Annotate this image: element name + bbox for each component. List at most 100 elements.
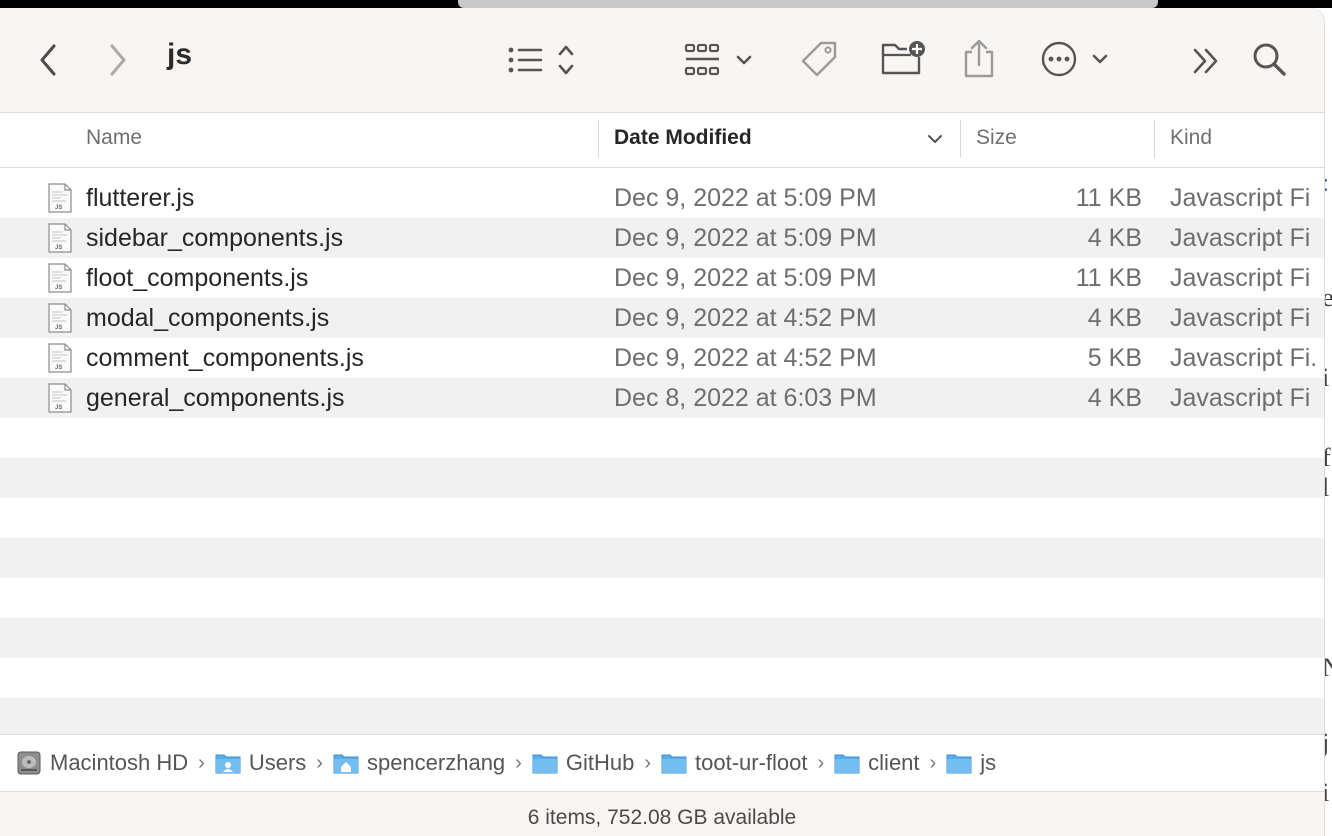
chevron-right-icon xyxy=(110,44,126,76)
new-folder-button[interactable] xyxy=(879,38,927,80)
file-row[interactable]: JS modal_components.js Dec 9, 2022 at 4:52… xyxy=(0,298,1324,338)
svg-text:JS: JS xyxy=(55,325,62,331)
path-item[interactable]: spencerzhang xyxy=(333,750,505,776)
file-size: 5 KB xyxy=(1087,344,1142,372)
file-name: modal_components.js xyxy=(86,304,330,332)
view-options-button[interactable] xyxy=(505,42,581,78)
search-button[interactable] xyxy=(1250,40,1288,78)
path-item[interactable]: Macintosh HD xyxy=(16,750,188,776)
column-kind[interactable]: Kind xyxy=(1170,113,1212,167)
file-list: JS flutterer.js Dec 9, 2022 at 5:09 PM 11 K… xyxy=(0,178,1324,738)
ellipsis-circle-icon xyxy=(1041,41,1108,77)
svg-text:JS: JS xyxy=(55,365,62,371)
svg-text:JS: JS xyxy=(55,405,62,411)
file-kind: Javascript Fi xyxy=(1170,384,1311,412)
new-folder-icon xyxy=(881,41,925,75)
grid-group-icon xyxy=(684,43,752,76)
file-date: Dec 8, 2022 at 6:03 PM xyxy=(614,384,877,412)
path-item[interactable]: toot-ur-floot xyxy=(661,750,808,776)
column-divider[interactable] xyxy=(598,120,599,158)
screen-top-bar xyxy=(0,0,1332,8)
file-name: floot_components.js xyxy=(86,264,309,292)
path-item[interactable]: client xyxy=(834,750,920,776)
column-date-modified[interactable]: Date Modified xyxy=(614,113,752,167)
file-kind: Javascript Fi xyxy=(1170,264,1311,292)
file-row[interactable]: JS floot_components.js Dec 9, 2022 at 5:09… xyxy=(0,258,1324,298)
background-window-tab xyxy=(458,0,1158,8)
path-item-label: GitHub xyxy=(565,750,635,775)
double-chevron-right-icon xyxy=(1193,48,1218,74)
folder-icon xyxy=(532,752,558,774)
sort-descending-icon[interactable] xyxy=(927,134,943,144)
path-item-label: Users xyxy=(248,750,307,775)
column-size[interactable]: Size xyxy=(976,113,1017,167)
file-size: 11 KB xyxy=(1075,184,1142,212)
chevron-right-icon: › xyxy=(515,751,522,774)
empty-row xyxy=(0,498,1324,538)
column-header: Name Date Modified Size Kind xyxy=(0,113,1324,168)
file-date: Dec 9, 2022 at 4:52 PM xyxy=(614,304,877,332)
file-row[interactable]: JS flutterer.js Dec 9, 2022 at 5:09 PM 11 K… xyxy=(0,178,1324,218)
empty-row xyxy=(0,658,1324,698)
empty-row xyxy=(0,458,1324,498)
back-button[interactable] xyxy=(34,42,62,78)
group-button[interactable] xyxy=(684,42,756,78)
empty-row xyxy=(0,578,1324,618)
js-file-icon: JS xyxy=(48,383,72,413)
path-item[interactable]: GitHub xyxy=(532,750,634,776)
chevron-left-icon xyxy=(40,44,56,76)
chevron-right-icon: › xyxy=(316,751,323,774)
file-name: general_components.js xyxy=(86,384,345,412)
file-date: Dec 9, 2022 at 5:09 PM xyxy=(614,264,877,292)
js-file-icon: JS xyxy=(48,303,72,333)
file-row[interactable]: JS comment_components.js Dec 9, 2022 at 4:… xyxy=(0,338,1324,378)
empty-row xyxy=(0,618,1324,658)
window-title: js xyxy=(167,38,193,71)
chevron-right-icon: › xyxy=(929,751,937,774)
column-divider[interactable] xyxy=(960,120,961,158)
file-kind: Javascript Fi xyxy=(1170,304,1311,332)
svg-text:JS: JS xyxy=(55,285,62,291)
column-divider[interactable] xyxy=(1154,120,1155,158)
users-folder-icon xyxy=(215,752,241,774)
file-size: 4 KB xyxy=(1087,224,1142,252)
file-kind: Javascript Fi. xyxy=(1170,344,1318,372)
file-name: comment_components.js xyxy=(86,344,364,372)
path-item-label: toot-ur-floot xyxy=(695,750,808,775)
path-item[interactable]: js xyxy=(946,750,996,776)
file-size: 4 KB xyxy=(1087,304,1142,332)
folder-icon xyxy=(946,752,972,774)
file-name: flutterer.js xyxy=(86,184,195,212)
path-item-label: spencerzhang xyxy=(366,750,506,775)
path-bar: Macintosh HD › Users › spencerzhang › GitHub › t… xyxy=(0,734,1324,791)
file-row[interactable]: JS general_components.js Dec 8, 2022 at 6:… xyxy=(0,378,1324,418)
js-file-icon: JS xyxy=(48,343,72,373)
file-size: 4 KB xyxy=(1087,384,1142,412)
tag-button[interactable] xyxy=(798,38,840,80)
file-size: 11 KB xyxy=(1075,264,1142,292)
share-button[interactable] xyxy=(960,36,998,82)
toolbar: js xyxy=(0,8,1324,113)
js-file-icon: JS xyxy=(48,183,72,213)
search-icon xyxy=(1253,43,1286,76)
path-item-label: Macintosh HD xyxy=(50,750,189,775)
file-kind: Javascript Fi xyxy=(1170,224,1311,252)
list-view-icon xyxy=(508,45,574,75)
tag-icon xyxy=(801,41,837,77)
column-name[interactable]: Name xyxy=(86,113,142,167)
toolbar-overflow-button[interactable] xyxy=(1190,44,1224,78)
chevron-right-icon: › xyxy=(817,751,825,774)
path-item-label: js xyxy=(980,750,997,775)
more-actions-button[interactable] xyxy=(1040,39,1112,79)
file-row[interactable]: JS sidebar_components.js Dec 9, 2022 at 5:… xyxy=(0,218,1324,258)
file-date: Dec 9, 2022 at 4:52 PM xyxy=(614,344,877,372)
svg-text:JS: JS xyxy=(55,245,62,251)
path-item[interactable]: Users xyxy=(215,750,306,776)
js-file-icon: JS xyxy=(48,223,72,253)
status-bar: 6 items, 752.08 GB available xyxy=(0,791,1324,836)
empty-row xyxy=(0,538,1324,578)
js-file-icon: JS xyxy=(48,263,72,293)
forward-button[interactable] xyxy=(104,42,132,78)
folder-icon xyxy=(834,752,860,774)
svg-text:JS: JS xyxy=(55,205,62,211)
